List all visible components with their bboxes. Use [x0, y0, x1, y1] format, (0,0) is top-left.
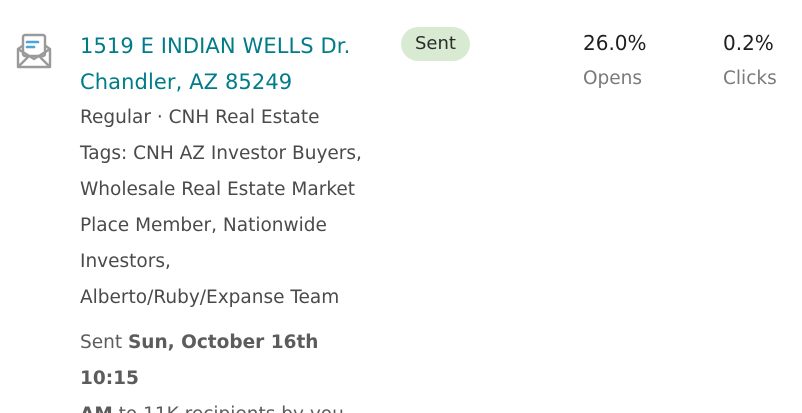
campaign-tags: Tags: CNH AZ Investor Buyers, Wholesale … [80, 136, 380, 316]
opens-stat: 26.0% Opens [583, 28, 647, 94]
envelope-open-icon [14, 32, 54, 72]
clicks-label: Clicks [723, 68, 777, 89]
opens-value: 26.0% [583, 31, 647, 55]
campaign-details: 1519 E INDIAN WELLS Dr. Chandler, AZ 852… [80, 28, 390, 413]
campaign-title-line1[interactable]: 1519 E INDIAN WELLS Dr. [80, 34, 350, 58]
campaign-title-link[interactable]: 1519 E INDIAN WELLS Dr. Chandler, AZ 852… [80, 28, 390, 100]
sent-time-suffix: AM [80, 404, 113, 413]
campaign-title-line2[interactable]: Chandler, AZ 85249 [80, 70, 292, 94]
sent-recipients: to 11K recipients by you [113, 404, 344, 413]
campaign-row: 1519 E INDIAN WELLS Dr. Chandler, AZ 852… [0, 0, 802, 413]
sent-info: Sent Sun, October 16th 10:15 AM to 11K r… [80, 325, 380, 413]
tags-line: Investors, [80, 251, 171, 272]
campaign-type: Regular · CNH Real Estate [80, 107, 320, 128]
tags-line: Wholesale Real Estate Market [80, 179, 356, 200]
opens-label: Opens [583, 68, 643, 89]
status-badge: Sent [401, 27, 470, 61]
sent-prefix: Sent [80, 332, 128, 353]
clicks-stat: 0.2% Clicks [723, 28, 777, 94]
tags-line: Alberto/Ruby/Expanse Team [80, 287, 340, 308]
tags-line: Tags: CNH AZ Investor Buyers, [80, 143, 362, 164]
clicks-value: 0.2% [723, 31, 774, 55]
tags-line: Place Member, Nationwide [80, 215, 327, 236]
